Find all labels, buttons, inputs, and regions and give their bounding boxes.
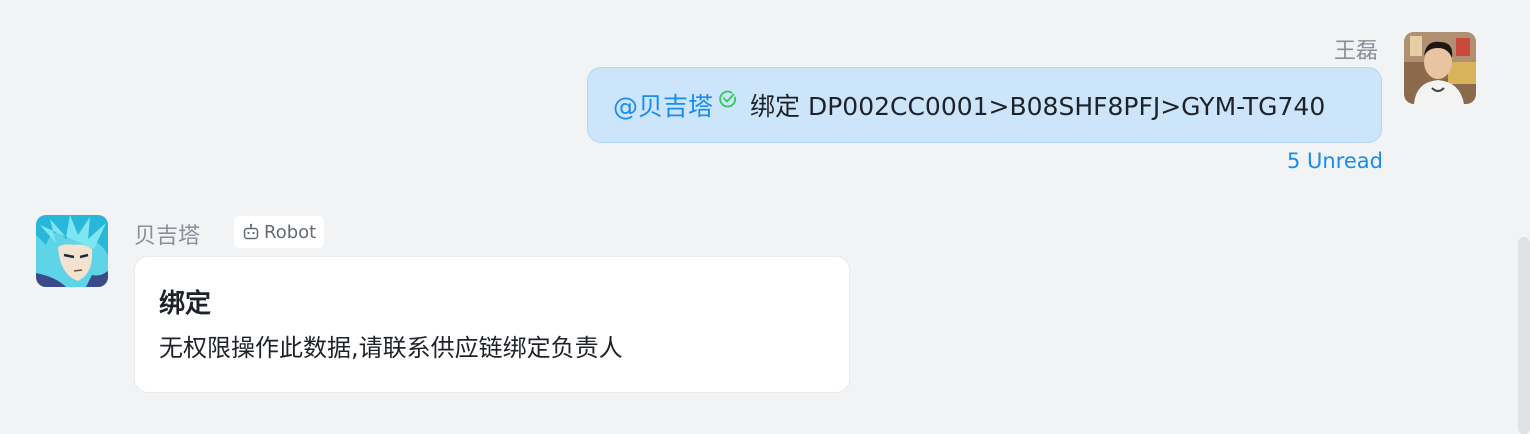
- scrollbar[interactable]: [1518, 237, 1530, 434]
- mention-link[interactable]: @贝吉塔: [613, 87, 713, 123]
- avatar-incoming[interactable]: [36, 215, 108, 287]
- message-card-incoming[interactable]: 绑定 无权限操作此数据,请联系供应链绑定负责人: [134, 256, 850, 393]
- unread-count[interactable]: 5 Unread: [1287, 149, 1383, 173]
- check-circle-icon: [718, 86, 738, 108]
- card-body: 无权限操作此数据,请联系供应链绑定负责人: [159, 334, 623, 362]
- avatar-photo-icon: [1404, 32, 1476, 104]
- message-text-outgoing: 绑定 DP002CC0001>B08SHF8PFJ>GYM-TG740: [750, 92, 1326, 121]
- sender-name-incoming: 贝吉塔: [134, 224, 201, 249]
- sender-name-outgoing: 王磊: [1334, 39, 1379, 64]
- message-bubble-outgoing[interactable]: @贝吉塔 绑定 DP002CC0001>B08SHF8PFJ>GYM-TG740: [587, 67, 1382, 143]
- robot-badge: Robot: [234, 216, 325, 248]
- robot-icon: [242, 223, 260, 241]
- avatar-outgoing[interactable]: [1404, 32, 1476, 104]
- avatar-anime-icon: [36, 215, 108, 287]
- robot-badge-label: Robot: [264, 221, 317, 243]
- card-title: 绑定: [159, 289, 212, 319]
